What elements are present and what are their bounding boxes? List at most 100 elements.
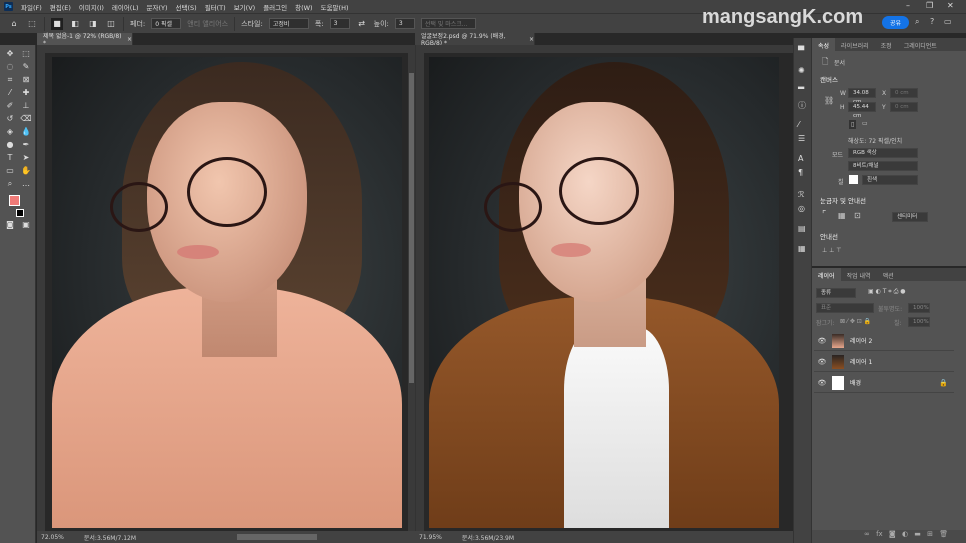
close-tab-icon[interactable]: × [127,36,132,43]
canvas-section-title[interactable]: 캔버스 [820,74,838,84]
guides-icon[interactable]: ⊡ [854,211,861,220]
menu-type[interactable]: 문자(Y) [147,2,168,12]
rectangle-tool-icon[interactable]: ▭ [4,166,16,176]
document-tab-1[interactable]: 제목 없음-1 @ 72% (RGB/8) * × [37,33,133,47]
marquee-tool-preset-icon[interactable]: ⬚ [26,18,38,30]
menu-filter[interactable]: 필터(T) [205,2,226,12]
new-layer-icon[interactable]: ⊞ [927,530,933,538]
link-layers-icon[interactable]: ∞ [864,530,870,538]
brush-tool-icon[interactable]: ✐ [4,101,16,111]
menu-layer[interactable]: 레이어(L) [112,2,139,12]
intersect-selection-icon[interactable]: ◫ [105,18,117,30]
eraser-tool-icon[interactable]: ⌫ [20,114,32,124]
tab-actions[interactable]: 액션 [877,268,900,281]
menu-edit[interactable]: 편집(E) [50,2,71,12]
history-brush-icon[interactable]: ↺ [4,114,16,124]
stamp-tool-icon[interactable]: ⊥ [20,101,32,111]
paint-bucket-icon[interactable]: ◈ [4,127,16,137]
vertical-scrollbar[interactable] [408,53,415,531]
blur-tool-icon[interactable]: 💧 [20,127,32,137]
fx-icon[interactable]: fx [876,530,883,538]
zoom-tool-icon[interactable]: ⌕ [4,179,16,189]
frame-tool-icon[interactable]: ⊠ [20,75,32,85]
canvas-y-input[interactable]: 0 cm [890,102,918,112]
swap-icon[interactable]: ⇄ [356,18,368,30]
adjustment-layer-icon[interactable]: ◐ [902,530,908,538]
brush-settings-icon[interactable]: ⁄ [798,120,799,129]
canvas-x-input[interactable]: 0 cm [890,88,918,98]
color-mode-select[interactable]: RGB 색상 [848,148,918,158]
hand-tool-icon[interactable]: ✋ [20,166,32,176]
restore-icon[interactable]: ❐ [926,1,933,10]
canvas-height-input[interactable]: 45.44 cm [848,102,876,119]
lock-icons[interactable]: ⊠ ⁄ ✥ ⊡ 🔒 [840,318,871,325]
opacity-input[interactable]: 100% [908,303,930,313]
fill-color-swatch[interactable] [849,175,858,184]
antialias-checkbox[interactable]: 앤티 앨리어스 [187,19,228,29]
close-icon[interactable]: ✕ [947,1,954,10]
subtract-selection-icon[interactable]: ◨ [87,18,99,30]
screen-mode-icon[interactable]: ▣ [20,220,32,230]
layer-row[interactable]: 👁 레이어 2 [814,331,954,351]
histogram-icon[interactable]: ▂ [798,80,804,89]
properties-icon[interactable]: ▤ [798,224,806,233]
close-tab-icon[interactable]: × [529,36,534,43]
new-group-icon[interactable]: ▬ [914,530,921,538]
rulers-grids-title[interactable]: 눈금자 및 안내선 [820,195,866,205]
ruler-units-select[interactable]: 센티미터 [892,212,928,222]
menu-view[interactable]: 보기(V) [234,2,255,12]
tab-layers[interactable]: 레이어 [812,268,841,281]
menu-select[interactable]: 선택(S) [176,2,197,12]
tab-adjustments[interactable]: 조정 [875,38,898,51]
layer-row[interactable]: 👁 레이어 1 [814,352,954,372]
workspace-icon[interactable]: ▭ [944,17,952,26]
add-selection-icon[interactable]: ◧ [69,18,81,30]
landscape-orientation-icon[interactable]: ▭ [862,120,868,127]
tab-history[interactable]: 작업 내역 [841,268,877,281]
tab-properties[interactable]: 속성 [812,38,836,51]
menu-file[interactable]: 파일(F) [21,2,42,12]
add-mask-icon[interactable]: ◙ [889,530,896,538]
rulers-icon[interactable]: ⌜ [822,210,826,220]
background-color-swatch[interactable] [16,209,24,217]
eyedropper-tool-icon[interactable]: ⁄ [4,88,16,98]
feather-input[interactable]: 0 픽셀 [151,18,182,29]
zoom-level[interactable]: 72.05% [41,534,64,541]
tab-gradients[interactable]: 그레이디언트 [898,38,943,51]
layer-row[interactable]: 👁 배경 🔒 [814,373,954,393]
marquee-tool-icon[interactable]: ⬚ [20,49,32,59]
portrait-orientation-icon[interactable]: ▯ [849,120,857,129]
path-select-icon[interactable]: ➤ [20,153,32,163]
layer-comps-icon[interactable]: ▀ [798,46,804,55]
help-icon[interactable]: ? [930,17,934,26]
minimize-icon[interactable]: – [906,1,910,10]
bit-depth-select[interactable]: 8비트/채널 [848,161,918,171]
swatches-icon[interactable]: ▦ [798,244,806,253]
height-input[interactable]: 3 [394,18,415,29]
guide-icons[interactable]: ⊥ ⊥ ⊤ [822,247,842,254]
pen-tool-icon[interactable]: ✒ [20,140,32,150]
delete-layer-icon[interactable]: 🗑 [939,530,948,538]
visibility-eye-icon[interactable]: 👁 [814,358,830,366]
search-icon[interactable]: ⌕ [915,17,919,27]
crop-tool-icon[interactable]: ⌗ [4,75,16,85]
share-button[interactable]: 공유 [882,16,909,29]
menu-image[interactable]: 이미지(I) [79,2,104,12]
navigator-icon[interactable]: ◎ [798,204,805,213]
lasso-tool-icon[interactable]: ◌ [4,62,16,72]
more-tools-icon[interactable]: … [20,179,32,189]
menu-window[interactable]: 창(W) [295,2,312,12]
fill-input[interactable]: 100% [908,317,930,327]
dodge-tool-icon[interactable]: ● [4,140,16,150]
home-icon[interactable]: ⌂ [8,18,20,30]
character-icon[interactable]: A [798,154,803,163]
tab-libraries[interactable]: 라이브러리 [835,38,875,51]
document-tab-2[interactable]: 얼굴보정2.psd @ 71.9% (배경, RGB/8) * × [415,33,535,47]
glyphs-icon[interactable]: ℛ [798,190,804,199]
style-select[interactable]: 고정비 [268,18,309,29]
canvas-width-input[interactable]: 34.08 cm [848,88,876,105]
width-input[interactable]: 3 [329,18,350,29]
foreground-color-swatch[interactable] [9,195,20,206]
blend-mode-select[interactable]: 표준 [816,303,874,313]
grid-icon[interactable]: ▦ [838,211,846,220]
